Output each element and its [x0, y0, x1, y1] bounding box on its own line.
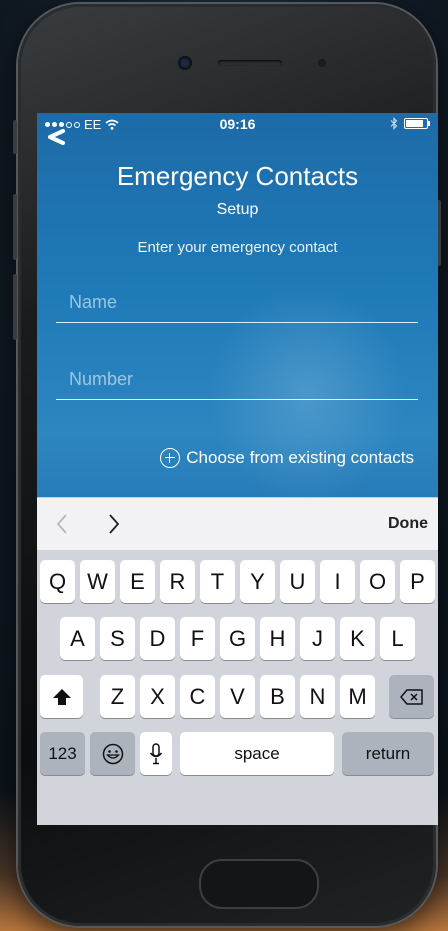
key-e[interactable]: E — [120, 560, 155, 603]
key-b[interactable]: B — [260, 675, 295, 718]
key-m[interactable]: M — [340, 675, 375, 718]
name-field — [56, 282, 418, 323]
key-i[interactable]: I — [320, 560, 355, 603]
key-p[interactable]: P — [400, 560, 435, 603]
number-field — [56, 359, 418, 400]
shift-key[interactable] — [40, 675, 83, 718]
emoji-key[interactable] — [90, 732, 135, 775]
key-u[interactable]: U — [280, 560, 315, 603]
status-bar: EE 09:16 — [37, 113, 438, 135]
volume-up-button — [13, 194, 17, 260]
keyboard: Q W E R T Y U I O P A S D F G H J K L Z … — [37, 550, 438, 825]
microphone-icon — [149, 742, 163, 764]
shift-arrow-icon — [52, 688, 71, 705]
bluetooth-icon — [390, 117, 398, 130]
choose-existing-label: Choose from existing contacts — [186, 448, 414, 467]
key-s[interactable]: S — [100, 617, 135, 660]
back-arrow-icon[interactable] — [41, 125, 69, 151]
page-title: Emergency Contacts — [116, 161, 359, 191]
space-key[interactable]: space — [180, 732, 334, 775]
key-a[interactable]: A — [60, 617, 95, 660]
numbers-key[interactable]: 123 — [40, 732, 85, 775]
app-screen: EE 09:16 Emergency Contacts Setup Enter … — [37, 113, 438, 825]
key-h[interactable]: H — [260, 617, 295, 660]
key-z[interactable]: Z — [100, 675, 135, 718]
key-k[interactable]: K — [340, 617, 375, 660]
key-g[interactable]: G — [220, 617, 255, 660]
key-j[interactable]: J — [300, 617, 335, 660]
status-time: 09:16 — [219, 116, 256, 132]
key-w[interactable]: W — [80, 560, 115, 603]
key-q[interactable]: Q — [40, 560, 75, 603]
key-f[interactable]: F — [180, 617, 215, 660]
key-l[interactable]: L — [380, 617, 415, 660]
backspace-key[interactable] — [389, 675, 434, 718]
key-n[interactable]: N — [300, 675, 335, 718]
key-t[interactable]: T — [200, 560, 235, 603]
next-field-icon[interactable] — [107, 513, 121, 535]
key-v[interactable]: V — [220, 675, 255, 718]
front-camera — [178, 56, 192, 70]
return-key[interactable]: return — [342, 732, 434, 775]
choose-existing-contacts-button[interactable]: Choose from existing contacts — [160, 448, 414, 468]
instruction-text: Enter your emergency contact — [137, 239, 338, 256]
done-button[interactable]: Done — [388, 515, 428, 533]
backspace-icon — [399, 688, 423, 705]
key-x[interactable]: X — [140, 675, 175, 718]
home-button[interactable] — [199, 859, 319, 909]
page-subtitle: Setup — [216, 201, 259, 218]
number-input[interactable] — [56, 359, 418, 399]
keyboard-accessory-bar: Done — [37, 497, 438, 551]
previous-field-icon[interactable] — [55, 513, 69, 535]
battery-icon — [404, 118, 430, 129]
silent-switch — [13, 120, 17, 154]
key-y[interactable]: Y — [240, 560, 275, 603]
earpiece-speaker — [218, 60, 282, 66]
volume-down-button — [13, 274, 17, 340]
proximity-sensor — [318, 59, 326, 67]
key-r[interactable]: R — [160, 560, 195, 603]
key-d[interactable]: D — [140, 617, 175, 660]
emoji-icon — [102, 743, 123, 764]
name-input[interactable] — [56, 282, 418, 322]
add-circle-icon — [160, 448, 181, 468]
key-o[interactable]: O — [360, 560, 395, 603]
key-c[interactable]: C — [180, 675, 215, 718]
dictation-key[interactable] — [140, 732, 172, 775]
